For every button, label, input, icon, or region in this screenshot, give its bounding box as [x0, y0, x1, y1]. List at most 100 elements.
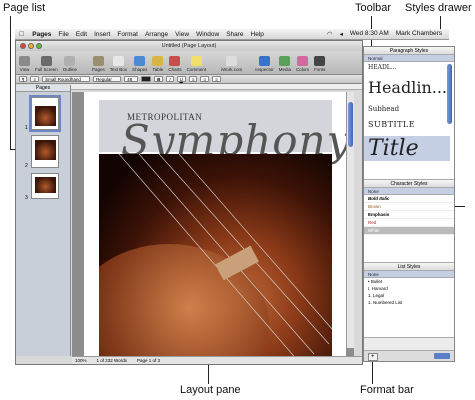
- italic-button[interactable]: I: [166, 76, 174, 82]
- bold-button[interactable]: B: [154, 76, 164, 82]
- charts-icon: [169, 56, 181, 66]
- page-indicator[interactable]: Page 1 of 3: [137, 358, 160, 363]
- align-center-button[interactable]: ≡: [200, 76, 210, 82]
- toolbar-view-button[interactable]: View: [19, 56, 30, 72]
- paragraph-styles-header: Paragraph Styles: [364, 47, 454, 55]
- toolbar-label: Inspector: [255, 67, 274, 72]
- paragraph-style-item[interactable]: Subhead: [368, 105, 399, 113]
- zoom-level[interactable]: 100%: [75, 358, 87, 363]
- font-size-field[interactable]: 48: [124, 76, 139, 82]
- menubar-status: ◠ ◂ Wed 8:30 AM Mark Chambers: [327, 30, 449, 38]
- paragraph-style-item[interactable]: SUBTITLE: [368, 120, 415, 129]
- status-bar: 100% 1 of 232 Words Page 1 of 3: [72, 356, 362, 364]
- vertical-scrollbar[interactable]: [346, 92, 354, 348]
- toolbar-text-box-button[interactable]: Text Box: [110, 56, 127, 72]
- character-style-item[interactable]: Red: [364, 219, 454, 227]
- menu-window[interactable]: Window: [196, 31, 219, 38]
- menu-pages[interactable]: Pages: [32, 31, 51, 38]
- toolbar-label: Media: [278, 67, 292, 72]
- view-toggle-button[interactable]: [434, 353, 450, 359]
- title-banner[interactable]: METROPOLITAN Symphony: [99, 100, 350, 165]
- menubar-user[interactable]: Mark Chambers: [396, 30, 442, 38]
- zoom-button[interactable]: [36, 43, 42, 49]
- font-family-select[interactable]: Small Roundhand: [42, 76, 91, 82]
- underline-button[interactable]: U: [176, 76, 186, 82]
- menu-arrange[interactable]: Arrange: [145, 31, 168, 38]
- pages-panel: Pages 1 2 3: [16, 85, 71, 356]
- page-thumbnail-2[interactable]: [31, 135, 59, 168]
- character-style-item[interactable]: Brown: [364, 203, 454, 211]
- list-styles-list[interactable]: • Bullet I. Harvard 1. Legal 1. Numbered…: [364, 278, 454, 338]
- toolbar-colors-button[interactable]: Colors: [296, 56, 309, 72]
- full-screen-icon: [40, 56, 52, 66]
- list-style-selected[interactable]: None: [364, 271, 454, 278]
- format-bar: ¶ ≡ Small Roundhand Regular 48 B I U ≡ ≡…: [16, 75, 362, 84]
- font-weight-select[interactable]: Regular: [93, 76, 122, 82]
- menu-edit[interactable]: Edit: [76, 31, 87, 38]
- toolbar-media-button[interactable]: Media: [279, 56, 291, 72]
- list-style-item[interactable]: 1. Numbered List: [364, 299, 454, 306]
- comment-icon: [190, 56, 202, 66]
- list-style-item[interactable]: • Bullet: [364, 278, 454, 285]
- align-right-button[interactable]: ≡: [212, 76, 221, 82]
- paragraph-scroll-thumb[interactable]: [447, 64, 452, 124]
- character-style-item[interactable]: Bold Italic: [364, 195, 454, 203]
- menu-help[interactable]: Help: [251, 31, 264, 38]
- menu-view[interactable]: View: [175, 31, 189, 38]
- styles-drawer: Paragraph Styles Normal HEADL... Headlin…: [363, 46, 455, 362]
- toolbar-charts-button[interactable]: Charts: [168, 56, 182, 72]
- paragraph-styles-list[interactable]: HEADL... Headlin... Subhead SUBTITLE Tit…: [364, 62, 454, 180]
- paragraph-style-item[interactable]: Headlin...: [368, 78, 447, 97]
- menu-share[interactable]: Share: [226, 31, 243, 38]
- paragraph-style-button[interactable]: ¶: [19, 76, 28, 82]
- toolbar-inspector-button[interactable]: Inspector: [255, 56, 274, 72]
- word-count[interactable]: 1 of 232 Words: [97, 358, 127, 363]
- toolbar-table-button[interactable]: Table: [152, 56, 164, 72]
- character-style-item[interactable]: Emphasis: [364, 211, 454, 219]
- toolbar-full-screen-button[interactable]: Full Screen: [35, 56, 58, 72]
- list-style-item[interactable]: 1. Legal: [364, 292, 454, 299]
- toolbar-fonts-button[interactable]: Fonts: [314, 56, 325, 72]
- title-bar: Untitled (Page Layout): [16, 41, 362, 51]
- character-style-item[interactable]: White: [364, 227, 454, 235]
- toolbar-label: Pages: [92, 67, 105, 72]
- page-thumbnail-3[interactable]: [31, 173, 59, 199]
- shapes-icon: [134, 56, 146, 66]
- toolbar-comment-button[interactable]: Comment: [187, 56, 206, 72]
- wifi-icon[interactable]: ◠: [327, 30, 333, 38]
- paragraph-style-item[interactable]: Title: [364, 136, 450, 161]
- document-page[interactable]: METROPOLITAN Symphony: [84, 92, 350, 356]
- page-thumbnail-number: 3: [25, 195, 28, 201]
- ruler[interactable]: [71, 84, 362, 90]
- scroll-thumb[interactable]: [348, 102, 353, 147]
- colors-icon: [297, 56, 309, 66]
- paragraph-style-item[interactable]: HEADL...: [368, 64, 396, 71]
- apple-menu-icon[interactable]: : [19, 31, 24, 38]
- character-style-selected[interactable]: None: [364, 188, 454, 195]
- paragraph-style-selected[interactable]: Normal: [364, 55, 454, 62]
- text-box-icon: [112, 56, 124, 66]
- page-thumbnail-1[interactable]: [31, 97, 59, 130]
- align-left-button[interactable]: ≡: [188, 76, 198, 82]
- menu-insert[interactable]: Insert: [94, 31, 110, 38]
- menubar-clock[interactable]: Wed 8:30 AM: [350, 30, 389, 38]
- toolbar-outline-button[interactable]: Outline: [63, 56, 77, 72]
- view-icon: [19, 56, 30, 66]
- toolbar-shapes-button[interactable]: Shapes: [132, 56, 147, 72]
- list-style-item[interactable]: I. Harvard: [364, 285, 454, 292]
- violin-photo[interactable]: [99, 154, 332, 356]
- toolbar: View Full Screen Outline Pages Text Box Shape…: [16, 51, 362, 75]
- volume-icon[interactable]: ◂: [340, 30, 343, 38]
- text-color-swatch[interactable]: [141, 76, 152, 82]
- character-styles-list[interactable]: Bold Italic Brown Emphasis Red White: [364, 195, 454, 263]
- minimize-button[interactable]: [28, 43, 34, 49]
- add-style-button[interactable]: +: [368, 353, 378, 361]
- toolbar-pages-button[interactable]: Pages: [92, 56, 105, 72]
- menu-format[interactable]: Format: [117, 31, 138, 38]
- toolbar-iwork-com-button[interactable]: iWork.com: [221, 56, 242, 72]
- list-button[interactable]: ≡: [30, 76, 40, 82]
- toolbar-label: Fonts: [314, 67, 326, 72]
- layout-pane[interactable]: METROPOLITAN Symphony: [72, 92, 354, 356]
- close-button[interactable]: [20, 43, 26, 49]
- menu-file[interactable]: File: [58, 31, 68, 38]
